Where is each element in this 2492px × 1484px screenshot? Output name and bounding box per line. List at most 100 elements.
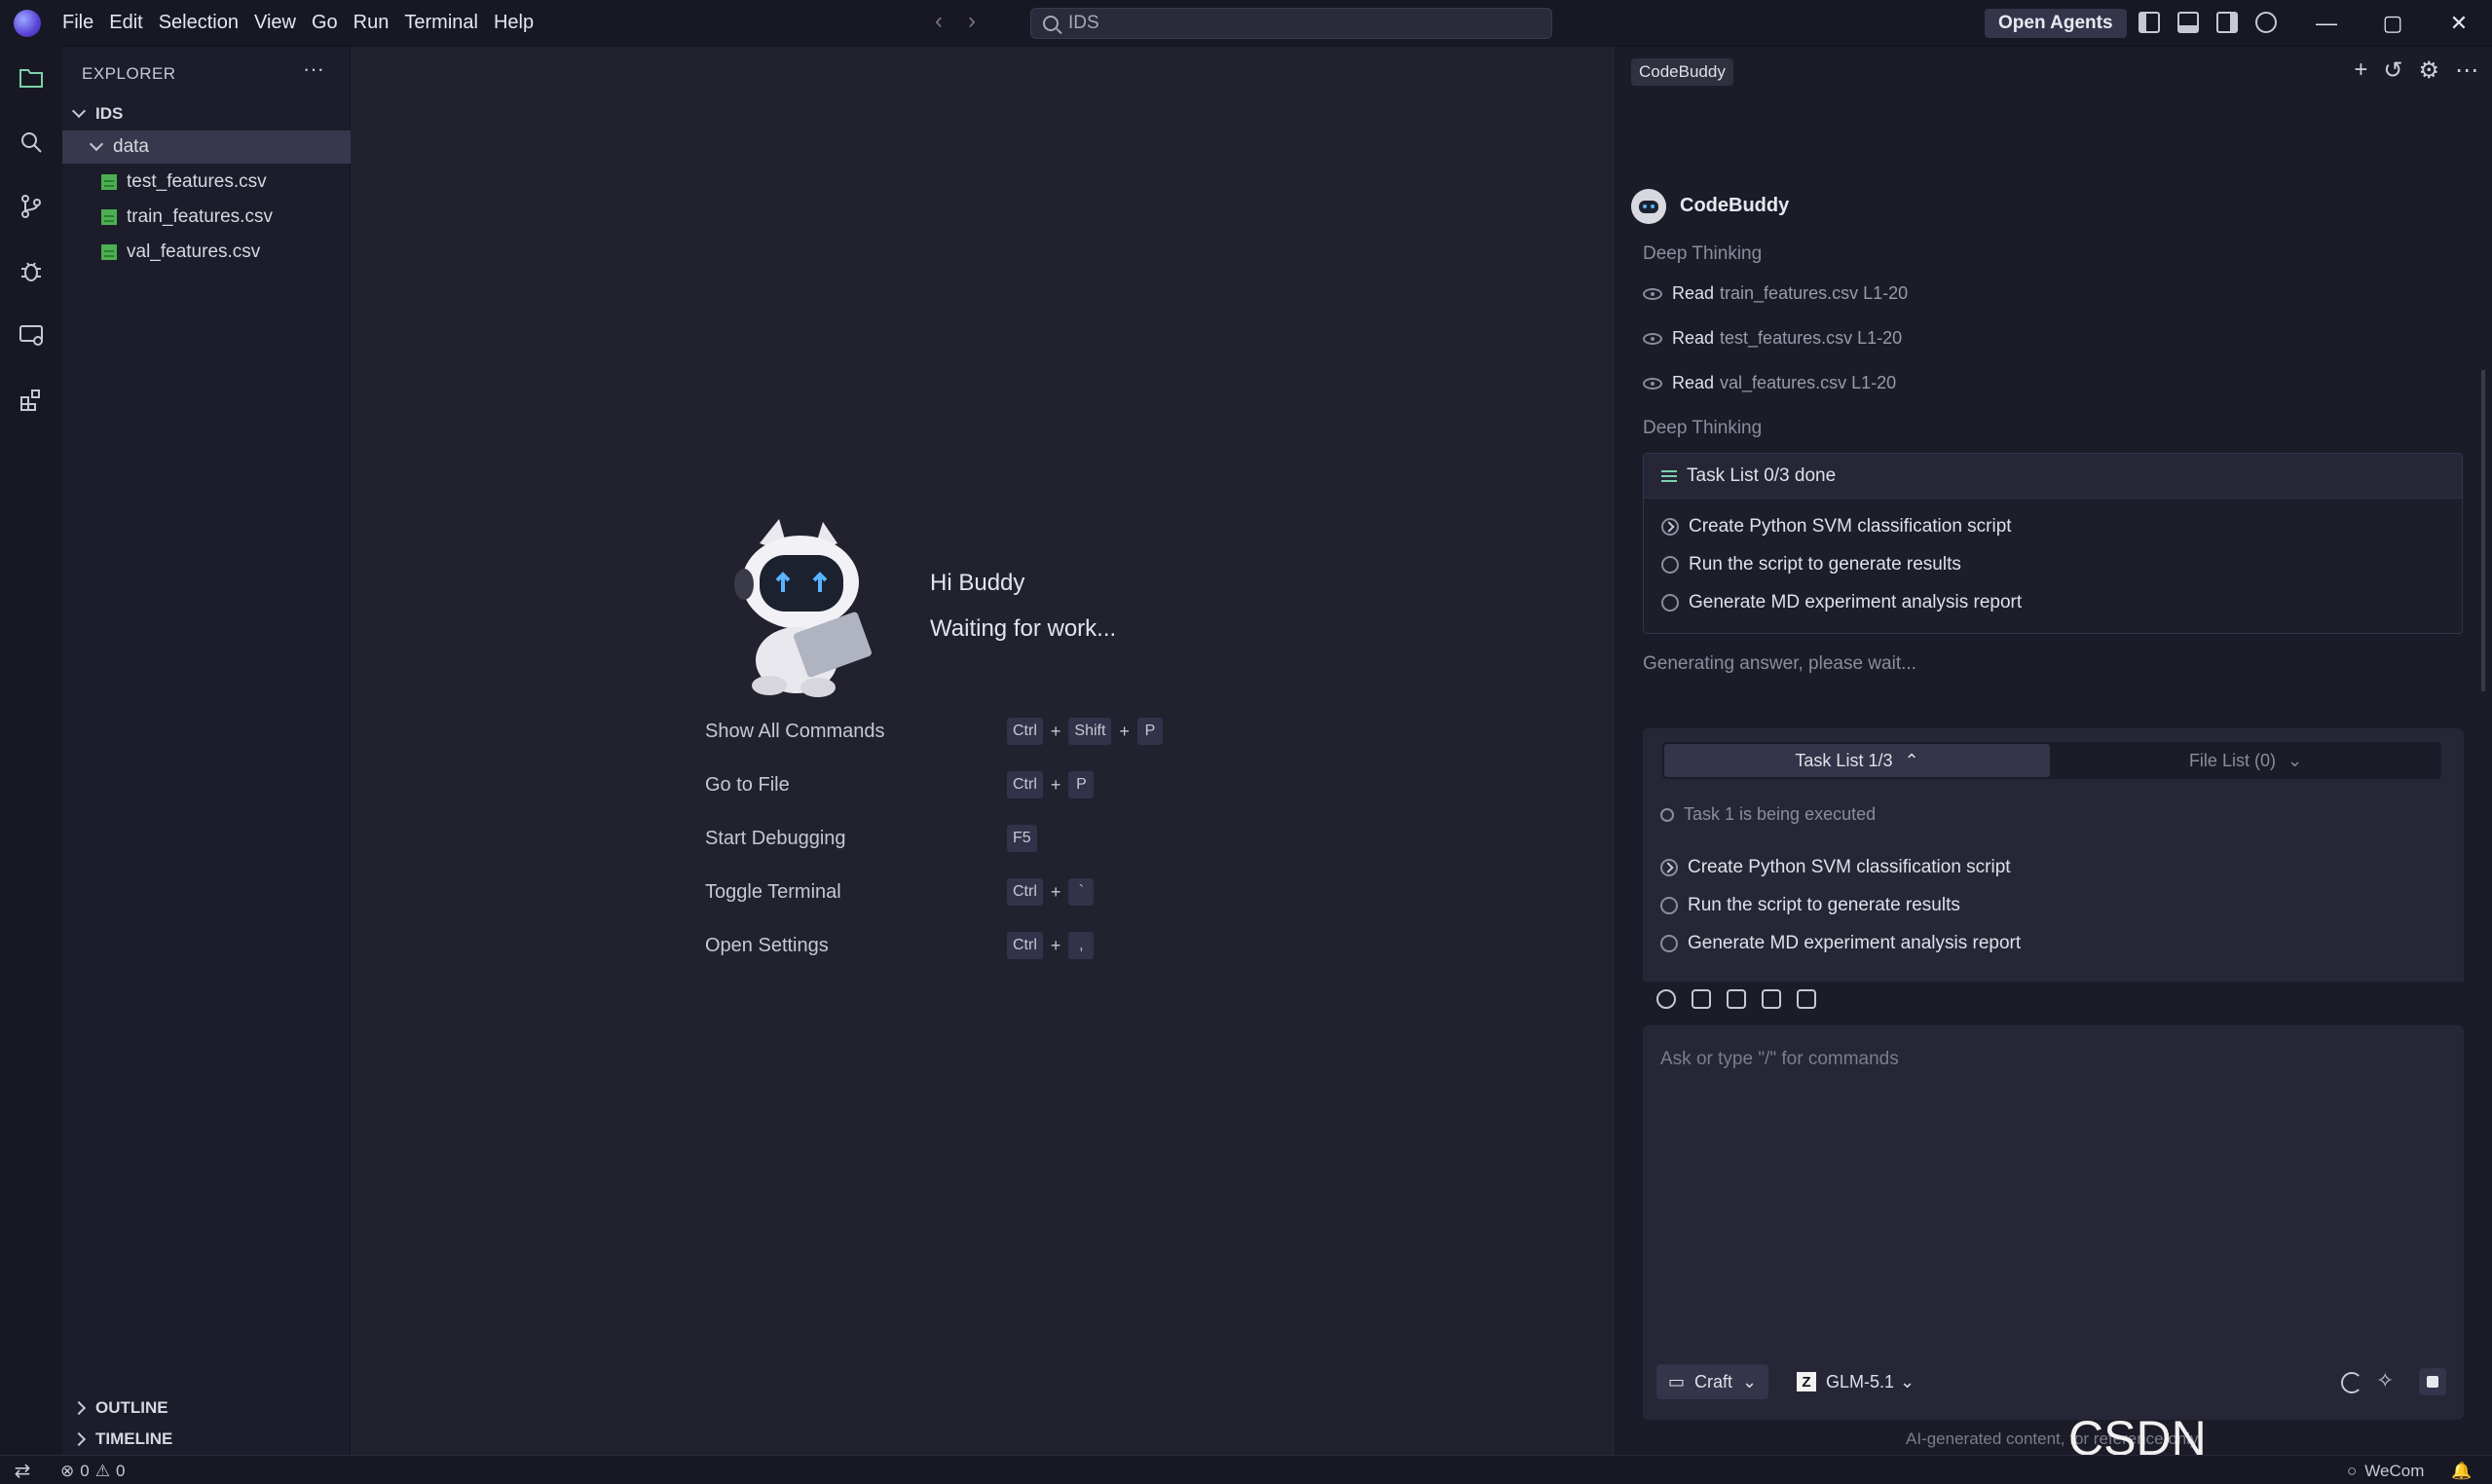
wecom-status[interactable]: ○ WeCom 🔔	[2347, 1462, 2473, 1481]
model-label: GLM-5.1	[1826, 1371, 1895, 1391]
menu-file[interactable]: File	[62, 12, 109, 34]
task-list-header[interactable]: Task List 0/3 done	[1644, 454, 2462, 499]
csv-file-icon	[101, 209, 117, 225]
warning-icon: ⚠	[94, 1462, 110, 1480]
menu-selection[interactable]: Selection	[159, 12, 254, 34]
toggle-panel-icon[interactable]	[2177, 12, 2199, 33]
file-list-tab[interactable]: File List (0) ⌄	[2052, 744, 2439, 777]
minimize-button[interactable]: —	[2293, 0, 2360, 47]
menu-edit[interactable]: Edit	[109, 12, 158, 34]
account-icon[interactable]	[2255, 12, 2277, 33]
deep-thinking-label[interactable]: Deep Thinking	[1643, 243, 1762, 265]
key-p: P	[1068, 771, 1095, 798]
back-arrow-icon[interactable]: ‹	[935, 8, 943, 35]
toggle-secondary-sidebar-icon[interactable]	[2216, 12, 2238, 33]
remote-explorer-icon[interactable]	[18, 321, 45, 349]
root-folder-label: IDS	[95, 104, 124, 123]
menu-help[interactable]: Help	[494, 12, 549, 34]
figma-icon[interactable]	[1727, 989, 1746, 1009]
enhance-prompt-icon[interactable]: ✧	[2376, 1368, 2401, 1393]
search-icon[interactable]	[18, 129, 45, 156]
tree-file-train[interactable]: train_features.csv	[62, 201, 351, 234]
model-select-button[interactable]: Z GLM-5.1 ⌄	[1789, 1364, 1922, 1399]
warning-count: 0	[115, 1462, 126, 1480]
shortcut-toggle-terminal[interactable]: Toggle Terminal Ctrl + `	[705, 877, 1289, 907]
timeline-section[interactable]: TIMELINE	[71, 1429, 172, 1449]
activity-bar	[0, 47, 62, 1455]
more-icon[interactable]: ⋯	[2455, 56, 2478, 85]
tree-folder-data[interactable]: data	[62, 130, 351, 164]
close-window-button[interactable]: ✕	[2426, 0, 2492, 47]
task-item: Run the script to generate results	[1661, 554, 1961, 575]
shortcut-show-all-commands[interactable]: Show All Commands Ctrl + Shift + P	[705, 717, 1289, 746]
toggle-primary-sidebar-icon[interactable]	[2139, 12, 2160, 33]
task-label: Generate MD experiment analysis report	[1689, 592, 2023, 612]
chevron-down-icon: ⌄	[1742, 1371, 1758, 1391]
menu-view[interactable]: View	[254, 12, 312, 34]
read-step[interactable]: Read train_features.csv L1-20	[1643, 283, 1908, 304]
menu-run[interactable]: Run	[353, 12, 405, 34]
in-progress-icon	[1661, 518, 1679, 536]
outline-section[interactable]: OUTLINE	[71, 1398, 168, 1418]
read-step[interactable]: Read val_features.csv L1-20	[1643, 373, 1896, 393]
mention-icon[interactable]	[1656, 989, 1676, 1009]
read-file: val_features.csv L1-20	[1720, 373, 1897, 392]
panel-scrollbar[interactable]	[2481, 370, 2485, 691]
extensions-icon[interactable]	[18, 386, 45, 413]
editor-area: Hi Buddy Waiting for work... Show All Co…	[351, 47, 1613, 1455]
shortcut-go-to-file[interactable]: Go to File Ctrl + P	[705, 770, 1289, 799]
explorer-more-button[interactable]: ···	[303, 56, 324, 82]
task-item: Create Python SVM classification script	[1660, 857, 2011, 878]
image-icon[interactable]	[1692, 989, 1711, 1009]
chat-input-box[interactable]: Ask or type "/" for commands ▭ Craft ⌄ Z…	[1643, 1025, 2464, 1420]
shortcut-start-debugging[interactable]: Start Debugging F5	[705, 824, 1289, 853]
codebuddy-tab[interactable]: CodeBuddy	[1631, 58, 1733, 86]
knowledge-book-icon[interactable]	[1762, 989, 1781, 1009]
deep-thinking-label[interactable]: Deep Thinking	[1643, 418, 1762, 439]
bell-icon[interactable]: 🔔	[2451, 1462, 2472, 1481]
task-list-tab-label: Task List 1/3	[1795, 750, 1893, 770]
tree-file-val[interactable]: val_features.csv	[62, 236, 351, 269]
shortcut-open-settings[interactable]: Open Settings Ctrl + ,	[705, 931, 1289, 960]
explorer-sidebar: EXPLORER ··· IDS data test_features.csv …	[62, 47, 351, 1455]
task-list-tab[interactable]: Task List 1/3 ⌃	[1664, 744, 2050, 777]
read-step[interactable]: Read test_features.csv L1-20	[1643, 328, 1902, 349]
forward-arrow-icon[interactable]: ›	[968, 8, 976, 35]
history-icon[interactable]: ↺	[2383, 56, 2402, 85]
eye-icon	[1643, 332, 1662, 345]
task-list-title: Task List 0/3 done	[1687, 464, 1837, 486]
run-debug-icon[interactable]	[18, 257, 45, 284]
rules-icon[interactable]	[1797, 989, 1816, 1009]
problems-indicator[interactable]: ⊗ 0 ⚠ 0	[60, 1462, 125, 1481]
remote-indicator-icon[interactable]: ⇄	[0, 1456, 45, 1484]
task-item: Run the script to generate results	[1660, 895, 1960, 916]
maximize-button[interactable]: ▢	[2360, 0, 2426, 47]
source-control-icon[interactable]	[18, 193, 45, 220]
tree-file-test[interactable]: test_features.csv	[62, 166, 351, 199]
loading-spinner-icon	[2341, 1372, 2362, 1393]
open-agents-button[interactable]: Open Agents	[1985, 9, 2127, 38]
menu-go[interactable]: Go	[312, 12, 353, 34]
file-label: train_features.csv	[127, 206, 273, 227]
read-verb: Read	[1672, 328, 1715, 348]
mode-select-button[interactable]: ▭ Craft ⌄	[1656, 1364, 1769, 1399]
chevron-right-icon	[71, 1400, 87, 1416]
settings-gear-icon[interactable]: ⚙	[2418, 56, 2439, 85]
key-p: P	[1136, 718, 1163, 745]
key-ctrl: Ctrl	[1007, 771, 1043, 798]
key-comma: ,	[1068, 932, 1095, 959]
tree-root-ids[interactable]: IDS	[62, 97, 351, 130]
in-progress-icon	[1660, 859, 1678, 876]
title-bar: File Edit Selection View Go Run Terminal…	[0, 0, 2492, 47]
chevron-down-icon: ⌄	[2287, 750, 2303, 770]
menu-terminal[interactable]: Terminal	[404, 12, 494, 34]
task-file-toggle: Task List 1/3 ⌃ File List (0) ⌄	[1662, 742, 2441, 779]
command-center-search[interactable]: IDS	[1030, 8, 1552, 39]
new-chat-icon[interactable]: +	[2354, 56, 2367, 85]
explorer-icon[interactable]	[18, 64, 45, 92]
circle-icon: ○	[2347, 1462, 2358, 1480]
stop-generation-button[interactable]	[2419, 1368, 2446, 1395]
welcome-greeting: Hi Buddy	[930, 570, 1025, 596]
executing-status: Task 1 is being executed	[1660, 804, 1876, 825]
key-shift: Shift	[1068, 718, 1112, 745]
